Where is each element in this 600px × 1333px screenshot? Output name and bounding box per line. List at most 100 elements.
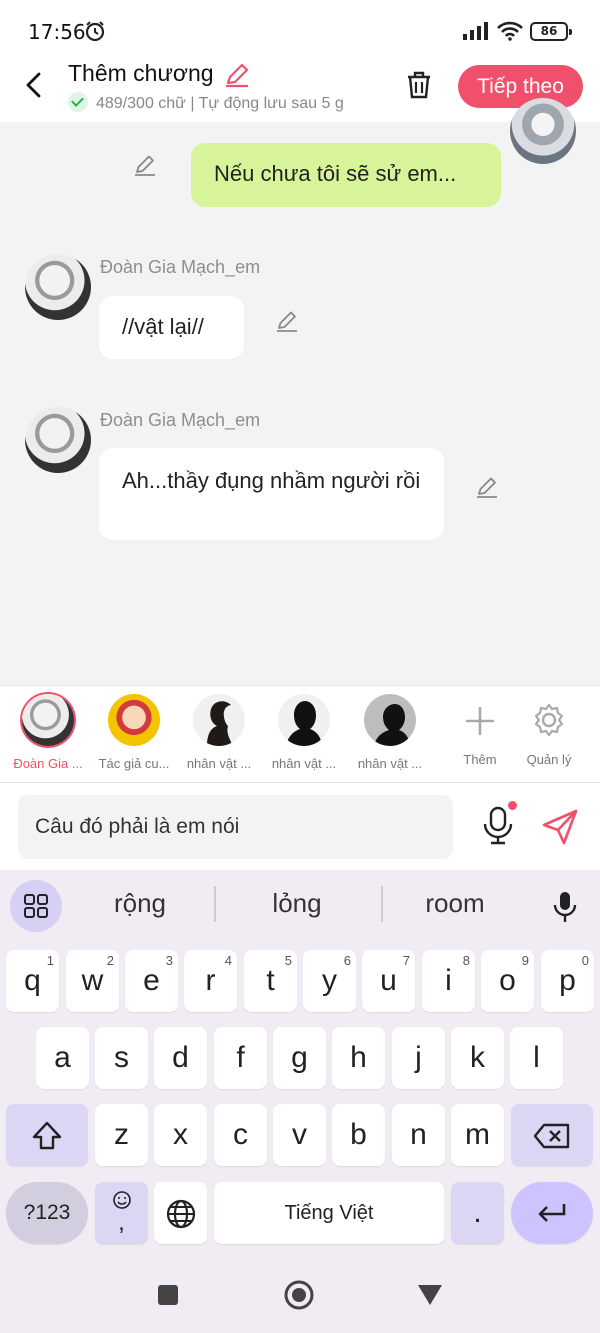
enter-key[interactable]: [511, 1182, 593, 1244]
key-g[interactable]: g: [273, 1027, 326, 1089]
voice-input-icon[interactable]: [552, 890, 578, 924]
recents-icon[interactable]: [157, 1284, 179, 1306]
sender-name: Đoàn Gia Mạch_em: [100, 410, 261, 430]
signal-icon: [463, 22, 488, 40]
check-icon: [68, 92, 88, 112]
key-hint: 4: [224, 953, 232, 968]
key-hint: 0: [581, 953, 589, 968]
key-hint: 2: [106, 953, 114, 968]
key-x[interactable]: x: [154, 1104, 207, 1166]
grid-icon: [24, 894, 48, 918]
key-p[interactable]: p0: [541, 950, 594, 1012]
key-v[interactable]: v: [273, 1104, 326, 1166]
send-icon[interactable]: [540, 807, 580, 847]
character-item[interactable]: nhân vật ...: [350, 694, 430, 771]
key-hint: 6: [343, 953, 351, 968]
globe-icon: [166, 1199, 195, 1229]
editor-header: Thêm chương 489/300 chữ | Tự động lưu sa…: [0, 60, 600, 122]
character-selector: Đoàn Gia ... Tác giả cu... nhân vật ... …: [0, 685, 600, 783]
character-avatar[interactable]: [25, 407, 91, 473]
next-button[interactable]: Tiếp theo: [458, 65, 583, 108]
key-r[interactable]: r4: [184, 950, 237, 1012]
key-u[interactable]: u7: [362, 950, 415, 1012]
comma-label: ,: [118, 1209, 125, 1236]
space-key[interactable]: Tiếng Việt: [214, 1182, 444, 1244]
shift-icon: [32, 1121, 62, 1150]
edit-message-icon[interactable]: [275, 309, 299, 333]
message-bubble[interactable]: Ah...thầy đụng nhầm người rồi: [99, 448, 444, 540]
key-n[interactable]: n: [392, 1104, 445, 1166]
self-avatar[interactable]: [510, 98, 576, 164]
key-letter: e: [143, 964, 160, 997]
key-l[interactable]: l: [510, 1027, 563, 1089]
battery-level: 86: [540, 24, 558, 38]
language-key[interactable]: [154, 1182, 207, 1244]
key-s[interactable]: s: [95, 1027, 148, 1089]
character-item[interactable]: nhân vật ...: [179, 694, 259, 771]
message-bubble-self[interactable]: Nếu chưa tôi sẽ sử em...: [191, 143, 501, 207]
add-character-button[interactable]: Thêm: [440, 694, 520, 767]
suggestion[interactable]: rộng: [65, 888, 215, 919]
battery-icon: 86: [530, 22, 572, 41]
back-triangle-icon[interactable]: [417, 1284, 443, 1306]
key-z[interactable]: z: [95, 1104, 148, 1166]
character-label: nhân vật ...: [186, 756, 252, 771]
backspace-key[interactable]: [511, 1104, 593, 1166]
apps-grid-button[interactable]: [10, 880, 62, 932]
key-f[interactable]: f: [214, 1027, 267, 1089]
message-input[interactable]: Câu đó phải là em nói: [18, 795, 453, 859]
home-icon[interactable]: [283, 1279, 315, 1311]
character-avatar: [22, 694, 74, 746]
keyboard: rộng lỏng room q1 w2 e3 r4 t5 y6 u7 i8 o…: [0, 870, 600, 1260]
message-bubble[interactable]: //vật lại//: [99, 296, 244, 359]
emoji-comma-key[interactable]: ,: [95, 1182, 148, 1244]
suggestion[interactable]: room: [380, 888, 530, 919]
edit-title-icon[interactable]: [224, 62, 250, 88]
sender-name: Đoàn Gia Mạch_em: [100, 257, 261, 277]
edit-message-icon[interactable]: [133, 153, 157, 177]
character-item[interactable]: nhân vật ...: [264, 694, 344, 771]
edit-message-icon[interactable]: [475, 475, 499, 499]
suggestion-bar: rộng lỏng room: [0, 870, 600, 942]
composer-bar: Câu đó phải là em nói: [0, 783, 600, 870]
key-d[interactable]: d: [154, 1027, 207, 1089]
key-b[interactable]: b: [332, 1104, 385, 1166]
key-j[interactable]: j: [392, 1027, 445, 1089]
character-avatar: [278, 694, 330, 746]
key-hint: 9: [521, 953, 529, 968]
plus-icon: [466, 707, 494, 735]
key-m[interactable]: m: [451, 1104, 504, 1166]
symbols-key[interactable]: ?123: [6, 1182, 88, 1244]
page-title: Thêm chương: [68, 60, 214, 86]
key-hint: 1: [46, 953, 54, 968]
message-text: //vật lại//: [122, 314, 204, 339]
character-label: Đoàn Gia ...: [13, 756, 83, 771]
microphone-icon[interactable]: [480, 805, 516, 845]
trash-icon[interactable]: [404, 70, 434, 100]
key-o[interactable]: o9: [481, 950, 534, 1012]
back-arrow-icon[interactable]: [20, 70, 48, 100]
key-letter: q: [24, 964, 41, 997]
key-letter: y: [322, 964, 337, 997]
shift-key[interactable]: [6, 1104, 88, 1166]
character-item[interactable]: Tác giả cu...: [94, 694, 174, 771]
manage-button[interactable]: Quản lý: [509, 694, 589, 767]
key-hint: 5: [284, 953, 292, 968]
period-key[interactable]: .: [451, 1182, 504, 1244]
key-q[interactable]: q1: [6, 950, 59, 1012]
suggestion[interactable]: lỏng: [222, 888, 372, 919]
character-avatar[interactable]: [25, 254, 91, 320]
key-i[interactable]: i8: [422, 950, 475, 1012]
key-k[interactable]: k: [451, 1027, 504, 1089]
character-item[interactable]: Đoàn Gia ...: [8, 694, 88, 771]
key-e[interactable]: e3: [125, 950, 178, 1012]
key-letter: w: [81, 964, 104, 997]
key-y[interactable]: y6: [303, 950, 356, 1012]
key-hint: 7: [402, 953, 410, 968]
key-c[interactable]: c: [214, 1104, 267, 1166]
key-w[interactable]: w2: [66, 950, 119, 1012]
key-a[interactable]: a: [36, 1027, 89, 1089]
key-h[interactable]: h: [332, 1027, 385, 1089]
key-hint: 3: [165, 953, 173, 968]
key-t[interactable]: t5: [244, 950, 297, 1012]
